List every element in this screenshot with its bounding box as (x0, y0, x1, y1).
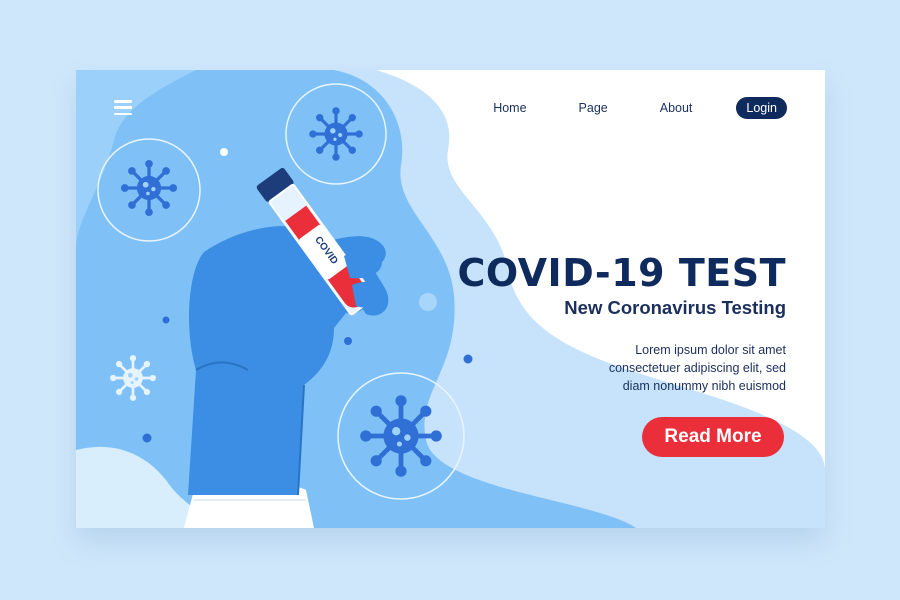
virus-icon (360, 395, 442, 477)
login-button[interactable]: Login (736, 97, 787, 119)
virus-icon (108, 353, 158, 403)
nav-home-link[interactable]: Home (493, 101, 526, 115)
nav-page-link[interactable]: Page (579, 101, 608, 115)
hamburger-menu-icon[interactable] (114, 100, 132, 116)
top-nav: Home Page About Login (493, 97, 787, 119)
landing-card: COVID Home Page About Login COVID-19 TES… (76, 70, 825, 528)
description-line: consectetuer adipiscing elit, sed (608, 361, 786, 375)
page-subtitle: New Coronavirus Testing (564, 297, 786, 318)
read-more-button[interactable]: Read More (642, 417, 784, 457)
virus-icon (119, 158, 179, 218)
page-title: COVID-19 TEST (457, 251, 786, 295)
description-line: diam nonummy nibh euismod (622, 379, 786, 393)
nav-about-link[interactable]: About (660, 101, 693, 115)
description-line: Lorem ipsum dolor sit amet (635, 343, 786, 357)
virus-icon (307, 105, 365, 163)
description-text: Lorem ipsum dolor sit amet consectetuer … (609, 341, 786, 395)
